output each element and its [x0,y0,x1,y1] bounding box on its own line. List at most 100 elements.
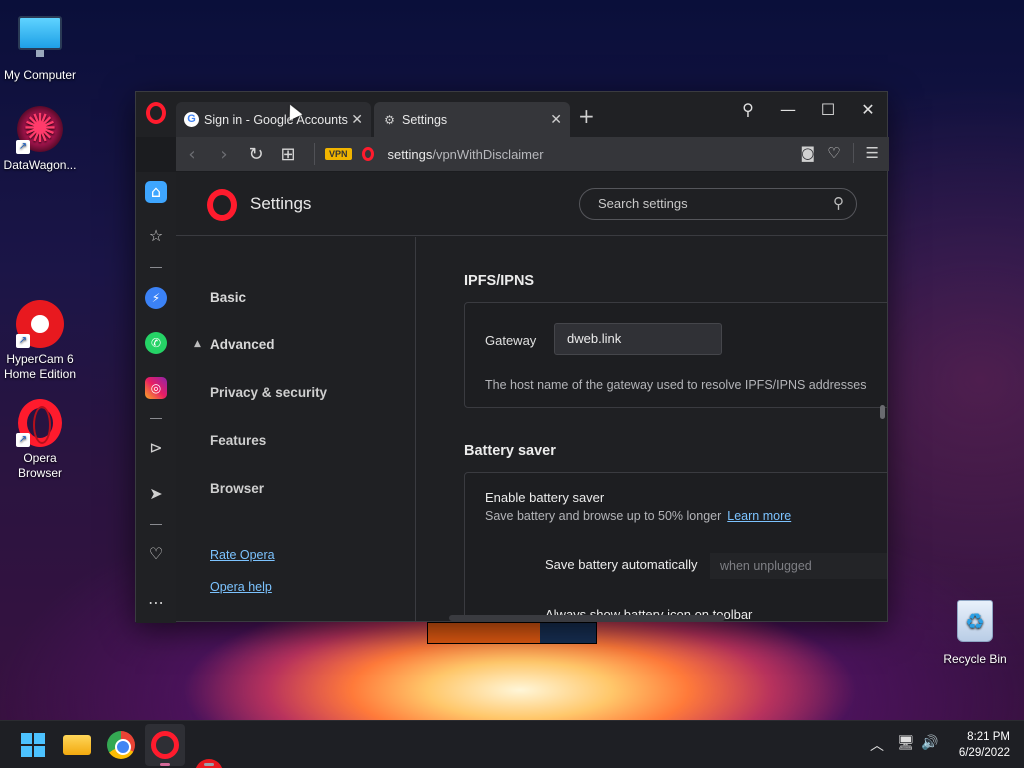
network-icon[interactable]: 🖥 [897,735,915,751]
opera-site-icon [361,147,374,161]
search-input[interactable]: Search settings ⚲ [579,188,857,220]
tab-google-sign-in[interactable]: G Sign in - Google Accounts ✕ [176,102,371,137]
file-explorer-icon[interactable] [63,731,91,759]
close-window-button[interactable]: ✕ [854,100,882,119]
system-clock[interactable]: 8:21 PM 6/29/2022 [959,729,1010,761]
desktop-icon-label: DataWagon... [3,158,77,172]
nav-privacy-security[interactable]: Privacy & security [210,385,327,400]
send-icon[interactable]: ➤ [145,483,167,505]
opera-icon: ↗ [16,399,64,447]
more-icon[interactable]: ⋯ [145,592,167,614]
gateway-label: Gateway [485,333,537,348]
taskbar: ︿ 🖥 🔊 8:21 PM 6/29/2022 [0,720,1024,768]
tab-grid-icon[interactable]: ⊞ [272,144,304,165]
separator [150,418,162,419]
hypercam-icon: ↗ [16,300,64,348]
new-tab-button[interactable]: + [578,104,595,128]
datawagon-icon: ↗ [16,106,64,154]
camera-icon[interactable]: ◙ [801,144,816,162]
running-indicator [204,763,214,766]
vertical-scrollbar[interactable] [880,405,885,419]
recycle-bin-icon: ♻ [951,600,999,648]
gateway-input[interactable]: dweb.link [554,323,722,355]
start-button[interactable] [19,731,47,759]
settings-header: Settings Search settings ⚲ [176,172,887,236]
save-battery-auto-label: Save battery automatically [545,557,698,572]
chrome-icon[interactable] [107,731,135,759]
desktop-icon-hypercam[interactable]: ↗ HyperCam 6 Home Edition [0,300,80,382]
separator [150,524,162,525]
horizontal-scrollbar[interactable] [449,615,725,621]
enable-battery-saver-label: Enable battery saver [485,490,605,505]
heart-icon[interactable]: ♡ [827,144,840,162]
volume-icon[interactable]: 🔊 [921,735,938,751]
address-actions: ◙ ♡ ☰ [801,143,879,163]
battery-card: Enable battery saver Save battery and br… [464,472,887,621]
learn-more-link[interactable]: Learn more [727,509,791,523]
vpn-badge[interactable]: VPN [325,148,352,160]
opera-taskbar-icon[interactable] [151,731,179,759]
nav-basic[interactable]: Basic [210,290,246,305]
desktop-icon-label: My Computer [3,68,77,82]
separator [150,267,162,268]
player-icon[interactable]: ⊳ [145,437,167,459]
url-path: /vpnWithDisclaimer [432,146,544,162]
nav-advanced[interactable]: Advanced [210,337,275,352]
running-indicator [160,763,170,766]
instagram-icon[interactable]: ◎ [145,377,167,399]
opera-help-link[interactable]: Opera help [210,580,272,594]
forward-button[interactable]: › [208,144,240,165]
chevron-up-icon[interactable]: ︿ [870,735,884,755]
separator [314,143,315,165]
address-bar: ‹ › ↻ ⊞ VPN settings/vpnWithDisclaimer ◙… [176,137,889,171]
reload-button[interactable]: ↻ [240,144,272,165]
search-placeholder: Search settings [598,196,688,211]
desktop-icon-opera[interactable]: ↗ Opera Browser [0,399,80,481]
url-host: settings [387,146,433,162]
opera-menu-icon[interactable] [146,102,166,124]
google-icon: G [184,112,199,127]
clock-date: 6/29/2022 [958,747,1010,759]
desktop-icon-datawagon[interactable]: ↗ DataWagon... [0,106,80,173]
rate-opera-link[interactable]: Rate Opera [210,548,275,562]
easy-setup-icon[interactable]: ☰ [866,144,879,162]
sidebar: ⌂ ☆ ⚡ ✆ ◎ ⊳ ➤ ♡ ⋯ [136,172,176,623]
desktop-icon-recycle-bin[interactable]: ♻ Recycle Bin [935,596,1015,667]
heart-icon[interactable]: ♡ [145,543,167,565]
desktop-icon-label: Opera Browser [17,451,62,480]
section-title-battery: Battery saver [464,443,556,459]
desktop-icon-label: Recycle Bin [943,652,1007,666]
desktop-icon-label: HyperCam 6 Home Edition [3,352,77,381]
nav-browser[interactable]: Browser [210,481,264,496]
messenger-icon[interactable]: ⚡ [145,287,167,309]
caret-up-icon: ▲ [194,339,201,349]
battery-description: Save battery and browse up to 50% longer… [485,509,791,523]
whatsapp-icon[interactable]: ✆ [145,332,167,354]
bookmarks-icon[interactable]: ☆ [145,225,167,247]
maximize-button[interactable]: ☐ [814,100,842,119]
close-icon[interactable]: ✕ [550,111,562,128]
search-icon: ⚲ [833,195,844,212]
search-tabs-icon[interactable]: ⚲ [734,100,762,119]
battery-desc-text: Save battery and browse up to 50% longer [485,509,722,523]
shortcut-arrow-icon: ↗ [16,433,30,447]
desktop-icon-my-computer[interactable]: My Computer [0,10,80,83]
shortcut-arrow-icon: ↗ [16,140,30,154]
opera-browser-window: G Sign in - Google Accounts ✕ ⚙ Settings… [135,91,889,623]
background-window [427,622,597,644]
close-icon[interactable]: ✕ [351,111,363,128]
shortcut-arrow-icon: ↗ [16,334,30,348]
tab-settings[interactable]: ⚙ Settings ✕ [374,102,570,137]
save-battery-auto-select[interactable]: when unplugged [710,553,887,579]
gear-icon: ⚙ [384,112,395,127]
gateway-description: The host name of the gateway used to res… [485,378,867,392]
url-field[interactable]: settings/vpnWithDisclaimer [388,147,544,162]
nav-features[interactable]: Features [210,433,266,448]
tab-label: Settings [402,112,448,127]
home-icon[interactable]: ⌂ [145,181,167,203]
settings-main: IPFS/IPNS Gateway dweb.link The host nam… [417,237,887,621]
back-button[interactable]: ‹ [176,144,208,165]
minimize-button[interactable]: — [774,100,802,119]
ipfs-card: Gateway dweb.link The host name of the g… [464,302,887,408]
title-bar: G Sign in - Google Accounts ✕ ⚙ Settings… [136,92,887,137]
